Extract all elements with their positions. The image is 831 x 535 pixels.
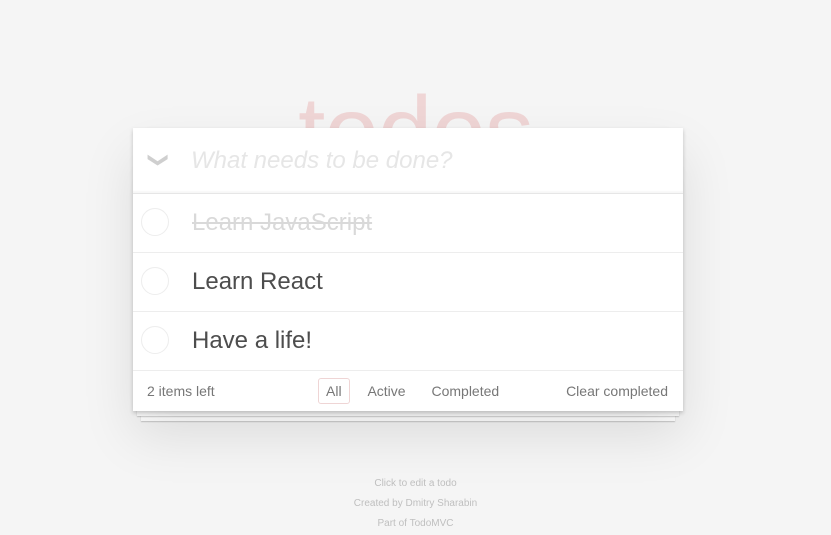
todo-label[interactable]: Learn JavaScript xyxy=(192,194,372,252)
project-link[interactable]: TodoMVC xyxy=(410,518,454,529)
todo-label[interactable]: Learn React xyxy=(192,253,323,311)
author-link[interactable]: Dmitry Sharabin xyxy=(406,498,478,509)
part-of: Part of TodoMVC xyxy=(0,514,831,534)
todo-item[interactable]: Have a life! xyxy=(133,312,683,371)
toggle-all-glyph: ❯ xyxy=(146,151,169,169)
created-by: Created by Dmitry Sharabin xyxy=(0,494,831,514)
todo-footer: 2 items left All Active Completed Clear … xyxy=(133,371,683,411)
filter-completed[interactable]: Completed xyxy=(423,378,507,404)
clear-completed-button[interactable]: Clear completed xyxy=(566,371,668,411)
todo-header: ❯ xyxy=(133,128,683,194)
todo-checkbox[interactable] xyxy=(141,267,169,295)
part-of-prefix: Part of xyxy=(377,518,407,529)
todo-item[interactable]: Learn JavaScript xyxy=(133,194,683,253)
items-left-count: 2 items left xyxy=(147,383,215,399)
chevron-down-icon[interactable]: ❯ xyxy=(145,146,171,174)
filter-active[interactable]: Active xyxy=(359,378,413,404)
created-by-prefix: Created by xyxy=(353,498,403,509)
edit-hint: Click to edit a todo xyxy=(374,478,457,489)
todo-checkbox[interactable] xyxy=(141,326,169,354)
todo-item[interactable]: Learn React xyxy=(133,253,683,312)
info-footer: Click to edit a todo Created by Dmitry S… xyxy=(0,474,831,534)
filter-all[interactable]: All xyxy=(318,378,350,404)
todo-checkbox[interactable] xyxy=(141,208,169,236)
filters: All Active Completed xyxy=(315,378,510,404)
todo-app: ❯ Learn JavaScript Learn React Have a li… xyxy=(133,128,683,411)
new-todo-input[interactable] xyxy=(191,128,671,193)
todo-label[interactable]: Have a life! xyxy=(192,312,312,370)
todo-list: Learn JavaScript Learn React Have a life… xyxy=(133,194,683,371)
